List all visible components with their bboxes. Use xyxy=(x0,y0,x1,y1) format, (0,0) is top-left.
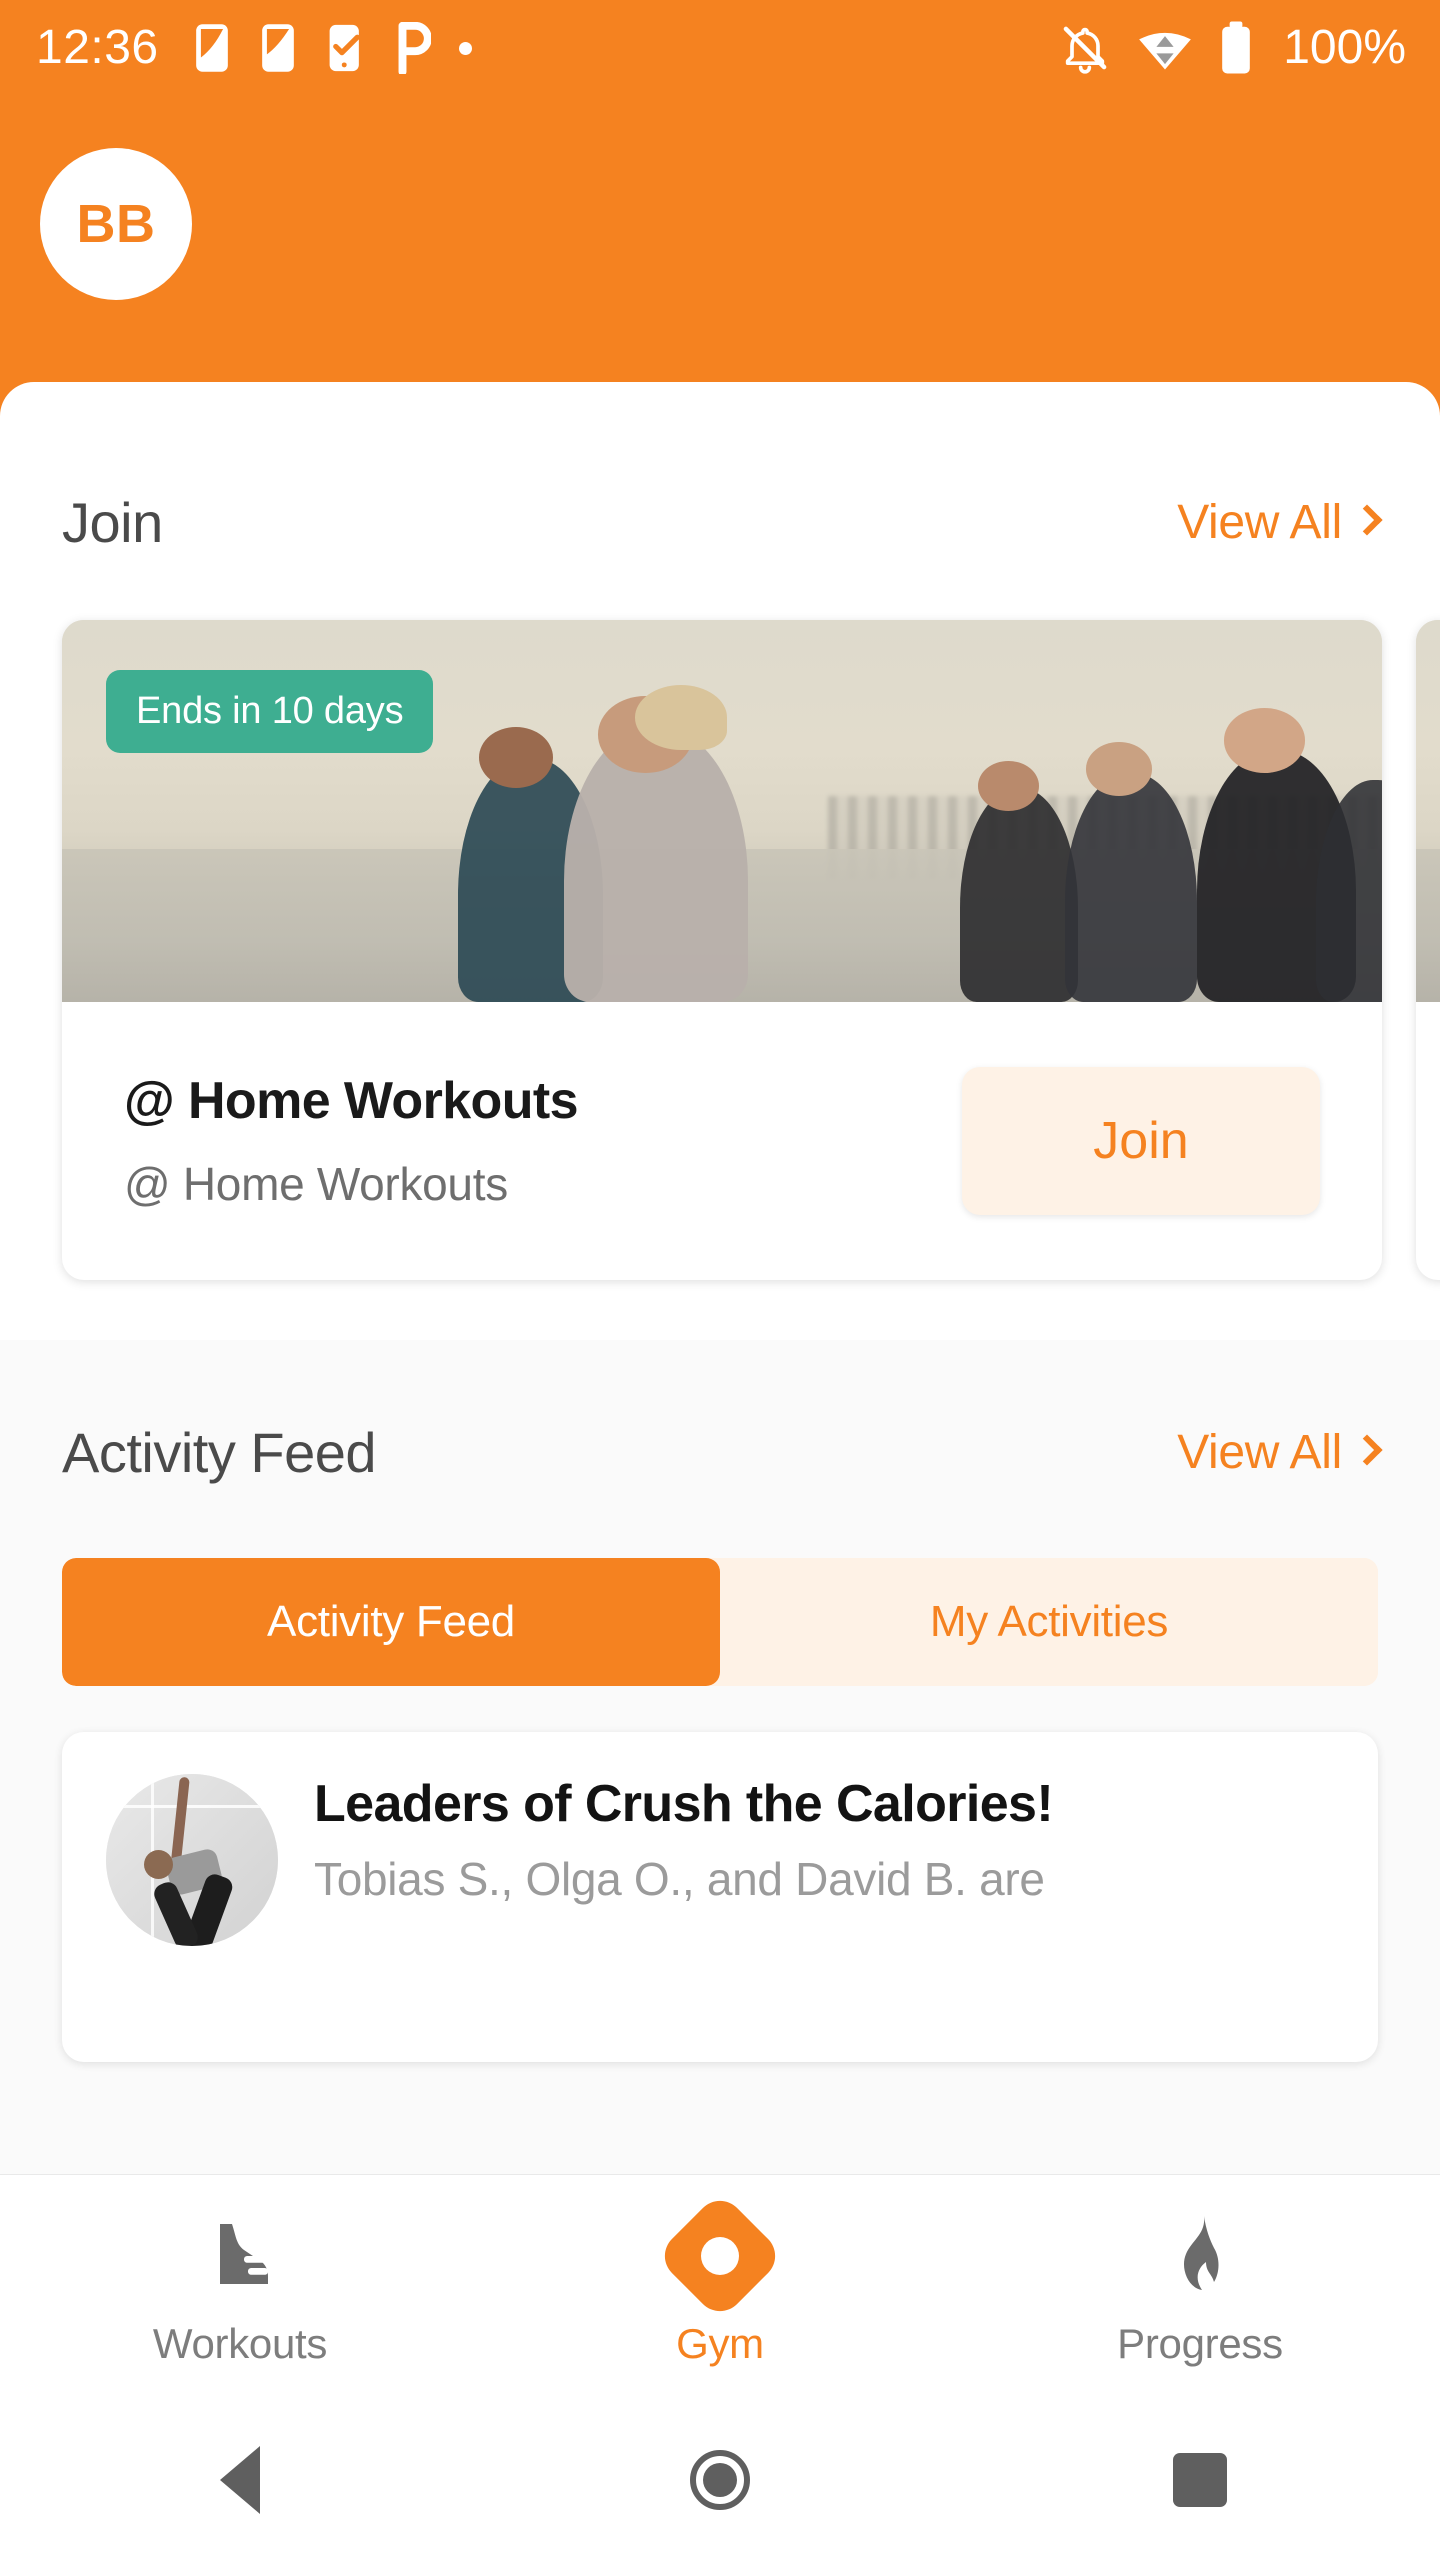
challenge-card-peek[interactable] xyxy=(1416,620,1440,1280)
tab-activity-feed[interactable]: Activity Feed xyxy=(62,1558,720,1686)
runner-hair xyxy=(634,684,728,750)
notifications-off-icon xyxy=(1063,26,1107,74)
back-triangle-icon xyxy=(220,2446,260,2514)
gym-diamond-hole xyxy=(701,2236,739,2275)
chevron-right-icon xyxy=(1351,1434,1383,1466)
runner-head xyxy=(1223,707,1306,773)
runner-head xyxy=(479,726,554,789)
p-app-icon xyxy=(398,22,431,74)
activity-view-all-button[interactable]: View All xyxy=(1177,1425,1383,1480)
flame-icon xyxy=(1152,2208,1248,2304)
challenge-card[interactable]: Ends in 10 days @ Home Workouts @ Home W… xyxy=(62,620,1382,1280)
system-home-button[interactable] xyxy=(480,2450,960,2510)
challenge-title: @ Home Workouts xyxy=(124,1072,579,1130)
sim-card-icon xyxy=(195,24,228,72)
status-bar: 12:36 100% xyxy=(0,0,1440,96)
feed-item-text: Leaders of Crush the Calories! Tobias S.… xyxy=(314,1774,1334,1906)
join-section-header: Join View All xyxy=(0,482,1440,562)
activity-view-all-label: View All xyxy=(1177,1425,1342,1479)
activity-feed-title: Activity Feed xyxy=(62,1420,377,1484)
recents-square-icon xyxy=(1173,2453,1227,2507)
nav-label-progress: Progress xyxy=(1117,2319,1283,2367)
system-navigation-bar xyxy=(0,2400,1440,2560)
tab-my-activities[interactable]: My Activities xyxy=(720,1558,1378,1686)
challenge-card-body: @ Home Workouts @ Home Workouts Join xyxy=(62,1002,1382,1280)
avatar[interactable]: BB xyxy=(40,148,192,300)
hero-water xyxy=(1416,849,1440,1002)
thumb-figure-head xyxy=(143,1849,174,1879)
runner-head xyxy=(978,761,1039,811)
nav-label-gym: Gym xyxy=(676,2319,764,2367)
status-badge: Ends in 10 days xyxy=(106,670,434,753)
phone-check-icon xyxy=(329,24,360,72)
nav-item-gym[interactable]: Gym xyxy=(480,2175,960,2400)
nav-item-workouts[interactable]: Workouts xyxy=(0,2175,480,2400)
challenge-card-body-peek xyxy=(1416,1002,1440,1280)
activity-feed-header: Activity Feed View All xyxy=(0,1412,1440,1492)
challenge-subtitle: @ Home Workouts xyxy=(124,1158,508,1210)
sim-card-icon xyxy=(261,24,294,72)
system-recents-button[interactable] xyxy=(960,2453,1440,2507)
join-view-all-button[interactable]: View All xyxy=(1177,495,1383,550)
system-back-button[interactable] xyxy=(0,2446,480,2514)
avatar-initials: BB xyxy=(76,194,156,254)
challenge-hero-image-peek xyxy=(1416,620,1440,1002)
gym-diamond-shape xyxy=(654,2190,786,2321)
thumb-wall-line xyxy=(106,1804,278,1808)
activity-tabs: Activity Feed My Activities xyxy=(62,1558,1378,1686)
join-section-title: Join xyxy=(62,490,163,554)
battery-percent-label: 100% xyxy=(1283,21,1406,74)
runner-head xyxy=(1086,742,1153,796)
nav-item-progress[interactable]: Progress xyxy=(960,2175,1440,2400)
join-view-all-label: View All xyxy=(1177,495,1342,549)
running-shoe-icon xyxy=(192,2208,288,2304)
wifi-data-icon xyxy=(1139,32,1192,70)
chevron-right-icon xyxy=(1351,504,1383,536)
challenge-hero-image: Ends in 10 days xyxy=(62,620,1382,1002)
feed-item-thumbnail xyxy=(106,1774,278,1946)
bottom-navigation: Workouts Gym Progress xyxy=(0,2174,1440,2400)
feed-item-subtitle: Tobias S., Olga O., and David B. are xyxy=(314,1853,1045,1905)
phone-screen: 12:36 100% BB Join View All Ends in 10 d… xyxy=(0,0,1440,2560)
battery-full-icon xyxy=(1222,21,1251,74)
dot-indicator-icon xyxy=(458,41,472,55)
challenge-cards-rail[interactable]: Ends in 10 days @ Home Workouts @ Home W… xyxy=(0,620,1440,1300)
status-bar-left-icons xyxy=(193,22,472,74)
challenge-card-text: @ Home Workouts @ Home Workouts xyxy=(124,1071,579,1211)
home-circle-icon xyxy=(690,2450,750,2510)
status-bar-clock: 12:36 xyxy=(36,21,159,74)
feed-item-title: Leaders of Crush the Calories! xyxy=(314,1775,1054,1833)
list-item[interactable]: Leaders of Crush the Calories! Tobias S.… xyxy=(62,1732,1378,2062)
home-circle-inner xyxy=(703,2463,737,2497)
nav-label-workouts: Workouts xyxy=(152,2319,328,2367)
join-button[interactable]: Join xyxy=(962,1067,1320,1215)
gym-diamond-icon xyxy=(654,2190,786,2321)
status-bar-right-icons: 100% xyxy=(1059,20,1406,76)
